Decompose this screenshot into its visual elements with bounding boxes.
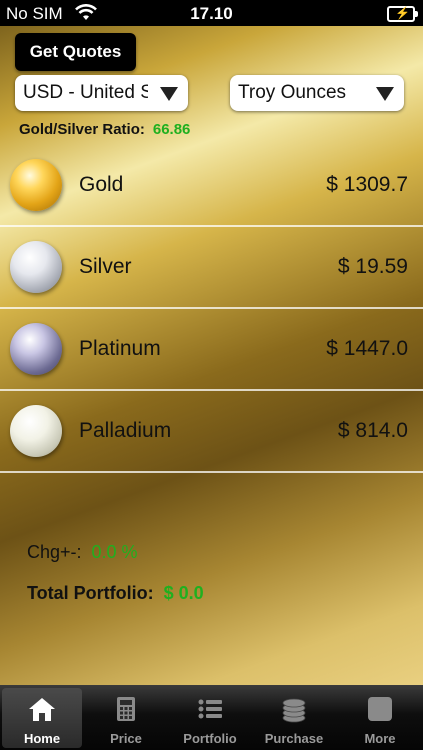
list-icon [198,699,222,719]
charging-icon: ⚡ [395,6,410,20]
battery-icon: ⚡ [387,6,418,22]
change-summary: Chg+-: 0.0 % [27,542,138,563]
tab-label: Purchase [264,731,324,746]
tab-portfolio[interactable]: Portfolio [170,688,250,748]
calculator-icon [117,697,135,721]
ratio-value: 66.86 [152,121,191,138]
home-icon [29,698,55,721]
metal-row-palladium[interactable]: Palladium $ 814.0 [0,391,423,473]
coins-icon [282,698,306,723]
change-label: Chg+-: [27,542,82,562]
metal-row-platinum[interactable]: Platinum $ 1447.0 [0,309,423,391]
change-value: 0.0 % [91,542,138,562]
metal-price: $ 1447.0 [326,337,408,360]
screen: No SIM 17.10 ⚡ Get Quotes USD - United S… [0,0,423,750]
currency-value: USD - United States [23,82,148,103]
tab-purchase[interactable]: Purchase [254,688,334,748]
chevron-down-icon [376,87,394,101]
metal-name: Palladium [79,419,172,442]
tab-label: Portfolio [183,731,237,746]
more-icon [368,697,392,721]
metal-list: Gold $ 1309.7 Silver $ 19.59 Platinum $ … [0,145,423,473]
clock: 17.10 [190,4,233,23]
currency-select[interactable]: USD - United States [15,75,188,111]
ratio-label: Gold/Silver Ratio: [19,121,145,138]
gold-silver-ratio: Gold/Silver Ratio: 66.86 [19,121,190,138]
tab-home[interactable]: Home [2,688,82,748]
metal-name: Gold [79,173,124,196]
metal-price: $ 19.59 [337,255,408,278]
unit-select[interactable]: Troy Ounces [230,75,404,111]
tab-label: Home [23,731,61,746]
metal-row-silver[interactable]: Silver $ 19.59 [0,227,423,309]
platinum-ball-icon [10,323,62,375]
get-quotes-button[interactable]: Get Quotes [15,33,136,71]
tab-price[interactable]: Price [86,688,166,748]
tab-label: Price [110,731,142,746]
palladium-ball-icon [10,405,62,457]
total-value: $ 0.0 [163,583,204,603]
metal-price: $ 814.0 [337,419,408,442]
tab-more[interactable]: More [340,688,420,748]
metal-name: Platinum [79,337,161,360]
status-bar: No SIM 17.10 ⚡ [0,0,423,26]
silver-ball-icon [10,241,62,293]
chevron-down-icon [160,87,178,101]
total-label: Total Portfolio: [27,583,154,603]
total-portfolio: Total Portfolio: $ 0.0 [27,583,204,604]
metal-row-gold[interactable]: Gold $ 1309.7 [0,145,423,227]
unit-value: Troy Ounces [238,82,347,103]
tab-label: More [364,731,396,746]
metal-name: Silver [79,255,132,278]
metal-price: $ 1309.7 [326,173,408,196]
gold-ball-icon [10,159,62,211]
tab-bar: Home Price Portfolio Purchase More [0,685,423,750]
